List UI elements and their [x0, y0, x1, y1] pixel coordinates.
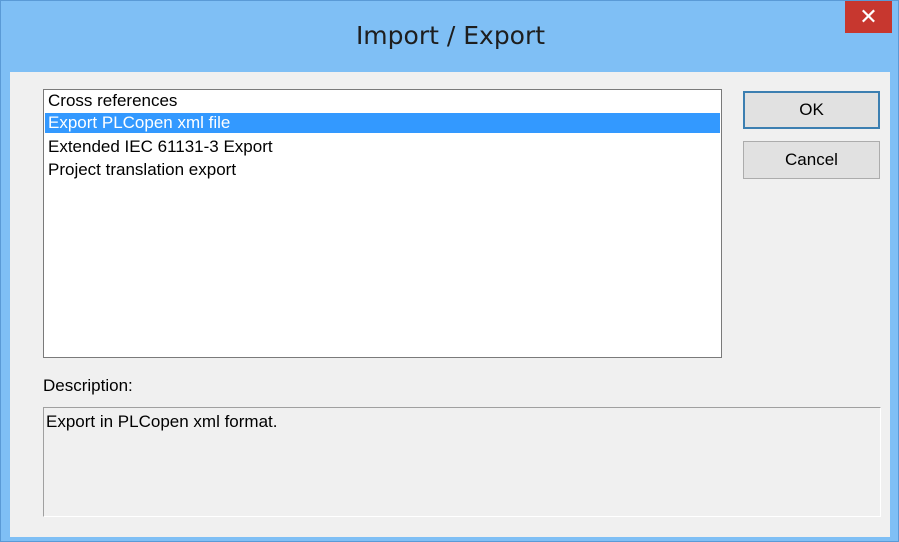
- description-label: Description:: [43, 376, 133, 395]
- ok-button[interactable]: OK: [743, 91, 880, 129]
- dialog-window: Import / Export ✕ Cross references Expor…: [0, 0, 899, 542]
- window-title: Import / Export: [355, 21, 546, 50]
- list-item-export-plcopen-xml[interactable]: Export PLCopen xml file: [45, 113, 720, 133]
- title-bar[interactable]: Import / Export ✕: [1, 1, 898, 71]
- dialog-client-area: Cross references Export PLCopen xml file…: [10, 72, 890, 537]
- list-item-project-translation-export[interactable]: Project translation export: [45, 160, 720, 180]
- cancel-button[interactable]: Cancel: [743, 141, 880, 179]
- list-item-cross-references[interactable]: Cross references: [45, 91, 720, 111]
- description-text: Export in PLCopen xml format.: [46, 412, 278, 431]
- close-icon[interactable]: ✕: [845, 1, 892, 33]
- import-export-list[interactable]: Cross references Export PLCopen xml file…: [43, 89, 722, 358]
- list-item-extended-iec-export[interactable]: Extended IEC 61131-3 Export: [45, 137, 720, 157]
- description-box: Export in PLCopen xml format.: [43, 407, 881, 517]
